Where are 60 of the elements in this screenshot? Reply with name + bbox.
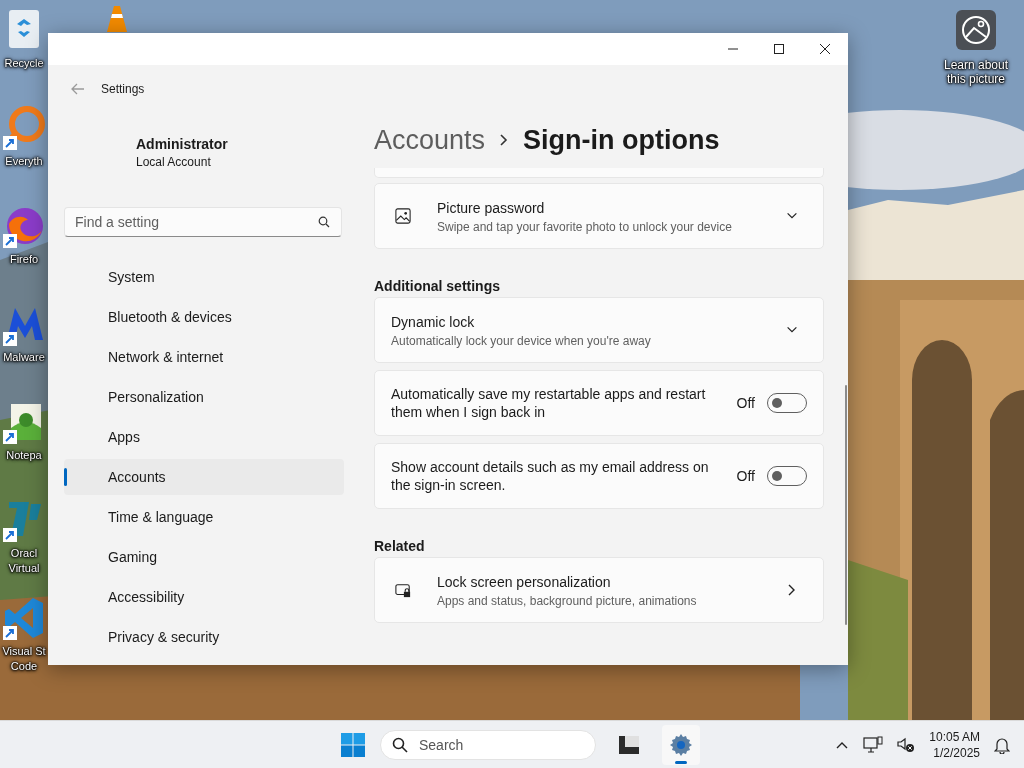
clock-time: 10:05 AM — [929, 728, 980, 745]
setting-title: Lock screen personalization — [437, 572, 612, 591]
scrollbar[interactable] — [845, 385, 847, 625]
setting-title: Picture password — [437, 198, 546, 217]
toggle-state-label: Off — [736, 468, 755, 484]
app-title: Settings — [101, 82, 145, 96]
nav-item[interactable]: Apps — [64, 419, 344, 455]
nav-item[interactable]: Time & language — [64, 499, 344, 535]
maximize-icon[interactable] — [773, 43, 785, 55]
setting-title: Automatically save my restartable apps and restart them when I sign back in — [391, 385, 707, 421]
nav-item[interactable]: Privacy & security — [64, 619, 344, 655]
notification-bell-icon[interactable] — [994, 735, 1010, 754]
close-icon[interactable] — [819, 43, 831, 55]
nav-item[interactable]: Bluetooth & devices — [64, 299, 344, 335]
section-heading: Related — [374, 537, 426, 556]
setting-title: Dynamic lock — [391, 312, 476, 331]
toggle-state-label: Off — [736, 395, 755, 411]
nav-item[interactable]: System — [64, 259, 344, 295]
icon-label: Firefo — [9, 252, 39, 267]
setting-description: Apps and status, background picture, animations — [437, 593, 698, 608]
search-field[interactable]: Search — [380, 729, 596, 760]
setting-description: Automatically lock your device when you're away — [391, 333, 652, 348]
icon-label: Oracl Virtual — [8, 546, 40, 576]
account-type: Local Account — [136, 155, 212, 169]
icon-label: Notepa — [6, 448, 42, 463]
nav-item[interactable]: Network & internet — [64, 339, 344, 375]
page-title: Sign-in options — [523, 124, 720, 156]
breadcrumb-link[interactable]: Accounts — [374, 124, 486, 156]
setting-description: Swipe and tap your favorite photo to unlock your device — [437, 219, 733, 234]
landscape-icon[interactable] — [956, 10, 996, 50]
icon-label: Everyth — [5, 154, 43, 169]
section-heading: Additional settings — [374, 277, 501, 296]
settings-expander[interactable]: Picture password Swipe and tap your favorite photo to unlock your device — [374, 183, 824, 249]
back-arrow-icon[interactable] — [71, 83, 85, 95]
network-icon[interactable] — [863, 735, 884, 754]
icon-label: Recycle — [4, 56, 44, 71]
icon-label: Visual St Code — [2, 644, 46, 674]
active-indicator — [675, 760, 687, 764]
settings-link-card[interactable]: Lock screen personalization Apps and status, background picture, animations — [374, 557, 824, 623]
speaker-muted-icon[interactable] — [897, 736, 916, 753]
settings-icon — [669, 732, 693, 757]
nav-item[interactable]: Accounts — [64, 459, 344, 495]
search-field[interactable]: Find a setting — [64, 207, 342, 237]
traffic-cone-icon[interactable] — [106, 6, 128, 32]
nav-item[interactable]: Personalization — [64, 379, 344, 415]
icon-label: Learn about this picture — [943, 58, 1009, 86]
start-icon[interactable] — [340, 731, 366, 758]
app-icon[interactable] — [1, 104, 47, 150]
setting-title: Show account details such as my email address on the sign-in screen. — [391, 458, 710, 494]
taskbar-app-button[interactable] — [662, 724, 700, 765]
chevron-right-icon — [499, 133, 510, 147]
search-icon[interactable] — [318, 216, 330, 228]
search-icon[interactable] — [392, 736, 408, 753]
settings-expander[interactable]: Dynamic lock Automatically lock your device when you're away — [374, 297, 824, 363]
selection-indicator — [64, 468, 67, 486]
user-name: Administrator — [136, 136, 229, 152]
icon-label: Malware — [3, 350, 45, 365]
nav-item[interactable]: Accessibility — [64, 579, 344, 615]
nav-item[interactable]: Gaming — [64, 539, 344, 575]
clock-date: 1/2/2025 — [933, 744, 980, 761]
